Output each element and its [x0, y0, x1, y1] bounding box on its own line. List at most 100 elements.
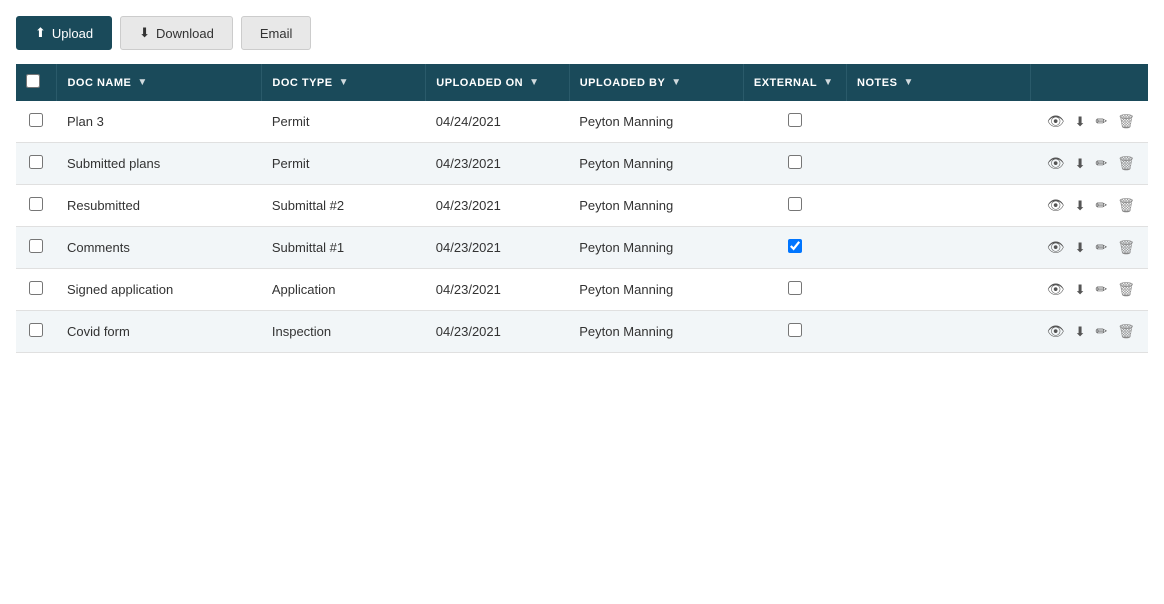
row-actions-cell: 👁 ⬇ ✏ 🗑	[1031, 269, 1148, 311]
table-row: Covid formInspection04/23/2021Peyton Man…	[16, 311, 1148, 353]
row-external-checkbox[interactable]	[788, 197, 802, 211]
edit-button[interactable]: ✏	[1092, 153, 1110, 174]
row-external-cell[interactable]	[743, 185, 846, 227]
row-uploaded-on: 04/24/2021	[426, 101, 569, 143]
row-uploaded-by: Peyton Manning	[569, 269, 743, 311]
row-external-cell[interactable]	[743, 269, 846, 311]
email-button[interactable]: Email	[241, 16, 312, 50]
row-actions-cell: 👁 ⬇ ✏ 🗑	[1031, 185, 1148, 227]
row-checkbox-cell[interactable]	[16, 269, 57, 311]
row-doc-name: Submitted plans	[57, 143, 262, 185]
view-button[interactable]: 👁	[1044, 195, 1068, 216]
row-download-button[interactable]: ⬇	[1072, 321, 1089, 342]
edit-button[interactable]: ✏	[1092, 195, 1110, 216]
row-checkbox[interactable]	[29, 113, 43, 127]
row-doc-type: Application	[262, 269, 426, 311]
download-action-icon: ⬇	[1075, 282, 1086, 297]
row-checkbox[interactable]	[29, 155, 43, 169]
row-external-checkbox[interactable]	[788, 113, 802, 127]
view-button[interactable]: 👁	[1044, 111, 1068, 132]
delete-button[interactable]: 🗑	[1114, 279, 1138, 300]
delete-button[interactable]: 🗑	[1114, 111, 1138, 132]
doc-type-filter-icon[interactable]: ▼	[339, 77, 349, 88]
row-doc-type: Inspection	[262, 311, 426, 353]
delete-button[interactable]: 🗑	[1114, 237, 1138, 258]
row-external-checkbox[interactable]	[788, 239, 802, 253]
row-checkbox-cell[interactable]	[16, 311, 57, 353]
download-action-icon: ⬇	[1075, 156, 1086, 171]
row-download-button[interactable]: ⬇	[1072, 111, 1089, 132]
row-download-button[interactable]: ⬇	[1072, 237, 1089, 258]
row-notes	[847, 269, 1031, 311]
view-button[interactable]: 👁	[1044, 237, 1068, 258]
delete-button[interactable]: 🗑	[1114, 153, 1138, 174]
edit-icon: ✏	[1095, 281, 1107, 297]
row-notes	[847, 185, 1031, 227]
delete-button[interactable]: 🗑	[1114, 195, 1138, 216]
row-uploaded-on: 04/23/2021	[426, 227, 569, 269]
view-button[interactable]: 👁	[1044, 321, 1068, 342]
download-action-icon: ⬇	[1075, 114, 1086, 129]
row-external-cell[interactable]	[743, 101, 846, 143]
row-checkbox-cell[interactable]	[16, 227, 57, 269]
trash-icon: 🗑	[1117, 197, 1135, 213]
select-all-checkbox[interactable]	[26, 74, 40, 88]
eye-icon: 👁	[1047, 323, 1065, 339]
download-button[interactable]: ⬇ Download	[120, 16, 233, 50]
row-external-checkbox[interactable]	[788, 155, 802, 169]
view-button[interactable]: 👁	[1044, 153, 1068, 174]
row-checkbox-cell[interactable]	[16, 101, 57, 143]
row-external-cell[interactable]	[743, 227, 846, 269]
row-actions-cell: 👁 ⬇ ✏ 🗑	[1031, 311, 1148, 353]
trash-icon: 🗑	[1117, 113, 1135, 129]
table-body: Plan 3Permit04/24/2021Peyton Manning 👁 ⬇…	[16, 101, 1148, 353]
row-checkbox-cell[interactable]	[16, 143, 57, 185]
eye-icon: 👁	[1047, 197, 1065, 213]
row-checkbox[interactable]	[29, 281, 43, 295]
notes-filter-icon[interactable]: ▼	[903, 77, 913, 88]
header-actions	[1031, 64, 1148, 101]
row-checkbox[interactable]	[29, 239, 43, 253]
row-external-cell[interactable]	[743, 143, 846, 185]
row-doc-name: Resubmitted	[57, 185, 262, 227]
row-checkbox[interactable]	[29, 197, 43, 211]
table-row: ResubmittedSubmittal #204/23/2021Peyton …	[16, 185, 1148, 227]
doc-name-filter-icon[interactable]: ▼	[137, 77, 147, 88]
row-uploaded-by: Peyton Manning	[569, 101, 743, 143]
upload-button[interactable]: ⬆ Upload	[16, 16, 112, 50]
row-uploaded-by: Peyton Manning	[569, 227, 743, 269]
edit-icon: ✏	[1095, 155, 1107, 171]
row-external-checkbox[interactable]	[788, 323, 802, 337]
header-uploaded-on: UPLOADED ON ▼	[426, 64, 569, 101]
edit-button[interactable]: ✏	[1092, 279, 1110, 300]
table-header-row: DOC NAME ▼ DOC TYPE ▼ UPLOADED ON ▼	[16, 64, 1148, 101]
header-doc-name: DOC NAME ▼	[57, 64, 262, 101]
row-checkbox[interactable]	[29, 323, 43, 337]
row-actions-cell: 👁 ⬇ ✏ 🗑	[1031, 227, 1148, 269]
header-notes: NOTES ▼	[847, 64, 1031, 101]
row-external-checkbox[interactable]	[788, 281, 802, 295]
header-checkbox-cell[interactable]	[16, 64, 57, 101]
row-download-button[interactable]: ⬇	[1072, 153, 1089, 174]
row-download-button[interactable]: ⬇	[1072, 279, 1089, 300]
row-external-cell[interactable]	[743, 311, 846, 353]
download-action-icon: ⬇	[1075, 240, 1086, 255]
edit-button[interactable]: ✏	[1092, 111, 1110, 132]
row-uploaded-on: 04/23/2021	[426, 311, 569, 353]
edit-button[interactable]: ✏	[1092, 321, 1110, 342]
delete-button[interactable]: 🗑	[1114, 321, 1138, 342]
view-button[interactable]: 👁	[1044, 279, 1068, 300]
external-filter-icon[interactable]: ▼	[823, 77, 833, 88]
row-doc-type: Submittal #2	[262, 185, 426, 227]
eye-icon: 👁	[1047, 239, 1065, 255]
trash-icon: 🗑	[1117, 155, 1135, 171]
uploaded-on-filter-icon[interactable]: ▼	[529, 77, 539, 88]
row-download-button[interactable]: ⬇	[1072, 195, 1089, 216]
row-checkbox-cell[interactable]	[16, 185, 57, 227]
row-notes	[847, 311, 1031, 353]
row-doc-name: Comments	[57, 227, 262, 269]
row-doc-type: Permit	[262, 143, 426, 185]
edit-button[interactable]: ✏	[1092, 237, 1110, 258]
uploaded-by-filter-icon[interactable]: ▼	[671, 77, 681, 88]
trash-icon: 🗑	[1117, 239, 1135, 255]
